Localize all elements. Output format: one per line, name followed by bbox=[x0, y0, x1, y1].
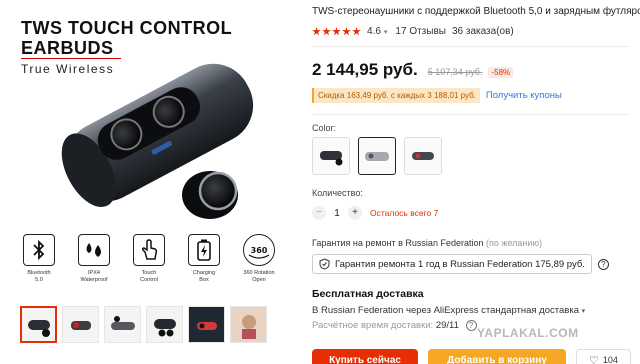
star-icon bbox=[352, 27, 361, 36]
rotate-360-icon: 360 bbox=[248, 246, 270, 259]
divider bbox=[312, 114, 630, 115]
touch-hand-icon bbox=[141, 239, 158, 260]
thumbnail-1[interactable] bbox=[20, 306, 57, 343]
hero-divider bbox=[21, 58, 121, 59]
product-info: TWS-стереонаушники с поддержкой Bluetoot… bbox=[312, 0, 640, 364]
feature-label: IPX4 Waterproof bbox=[80, 270, 108, 283]
thumbnail-3[interactable] bbox=[104, 306, 141, 343]
feature-label: Bluetooth 5.0 bbox=[27, 270, 51, 283]
star-rating bbox=[312, 27, 361, 36]
product-thumbnail-image bbox=[70, 320, 91, 330]
product-gallery: TWS TOUCH CONTROL EARBUDS True Wireless … bbox=[0, 0, 298, 364]
delivery-date: 29/11 bbox=[435, 320, 459, 332]
coupon-row: Скидка 163,49 руб. с каждых 3 188,01 руб… bbox=[312, 88, 562, 103]
color-label: Color: bbox=[312, 123, 337, 133]
wishlist-button[interactable]: ♡ 104 bbox=[576, 349, 631, 364]
discount-badge: -58% bbox=[488, 67, 514, 78]
product-thumbnail-image bbox=[196, 321, 217, 330]
feature-charging: Charging Box bbox=[183, 234, 225, 294]
rating-value: 4.6 bbox=[367, 26, 381, 37]
product-thumbnail-image bbox=[153, 318, 176, 336]
color-option-2[interactable] bbox=[358, 137, 396, 175]
feature-bluetooth: Bluetooth 5.0 bbox=[18, 234, 60, 294]
color-swatch-image bbox=[412, 152, 434, 160]
quantity-stepper: − 1 + Осталось всего 7 bbox=[312, 206, 438, 220]
hero-title: TWS TOUCH CONTROL EARBUDS bbox=[21, 18, 233, 58]
product-title: TWS-стереонаушники с поддержкой Bluetoot… bbox=[312, 6, 640, 17]
buy-now-button[interactable]: Купить сейчас bbox=[312, 349, 418, 364]
quantity-increase-button[interactable]: + bbox=[348, 206, 362, 220]
price-row: 2 144,95 руб. 5 107,34 руб. -58% bbox=[312, 60, 514, 80]
heart-icon: ♡ bbox=[589, 354, 599, 364]
wishlist-count: 104 bbox=[602, 355, 618, 364]
thumbnail-2[interactable] bbox=[62, 306, 99, 343]
star-icon bbox=[312, 27, 321, 36]
shipping-method[interactable]: В Russian Federation через AliExpress ст… bbox=[312, 305, 585, 316]
reviews-link[interactable]: 17 Отзывы bbox=[395, 26, 446, 37]
feature-rotation: 360 360 Rotation Open bbox=[238, 234, 280, 294]
action-buttons: Купить сейчас Добавить в корзину ♡ 104 bbox=[312, 349, 631, 364]
feature-label: 360 Rotation Open bbox=[243, 270, 275, 283]
old-price: 5 107,34 руб. bbox=[427, 67, 483, 77]
svg-text:360: 360 bbox=[251, 246, 268, 255]
warranty-row: Гарантия ремонта 1 год в Russian Federat… bbox=[312, 254, 609, 274]
add-to-cart-button[interactable]: Добавить в корзину bbox=[428, 349, 566, 364]
thumbnail-5[interactable] bbox=[188, 306, 225, 343]
shipping-title: Бесплатная доставка bbox=[312, 288, 424, 300]
watermark: YAPLAKAL.COM bbox=[477, 326, 579, 340]
feature-label: Touch Control bbox=[140, 270, 158, 283]
star-icon bbox=[342, 27, 351, 36]
product-thumbnail-image bbox=[27, 319, 50, 337]
quantity-input[interactable]: 1 bbox=[326, 208, 348, 219]
product-thumbnail-image bbox=[110, 315, 135, 330]
divider bbox=[312, 46, 630, 47]
get-coupons-link[interactable]: Получить купоны bbox=[486, 90, 562, 101]
star-icon bbox=[322, 27, 331, 36]
warranty-title: Гарантия на ремонт в Russian Federation … bbox=[312, 238, 543, 248]
warranty-option[interactable]: Гарантия ремонта 1 год в Russian Federat… bbox=[312, 254, 592, 274]
color-option-1[interactable] bbox=[312, 137, 350, 175]
hero-subtitle: True Wireless bbox=[21, 62, 115, 76]
thumbnail-6[interactable] bbox=[230, 306, 267, 343]
color-swatch-image bbox=[365, 152, 389, 161]
thumbnail-strip bbox=[20, 306, 267, 343]
stock-remaining: Осталось всего 7 bbox=[370, 208, 439, 218]
star-icon bbox=[332, 27, 341, 36]
orders-count: 36 заказа(ов) bbox=[451, 26, 514, 37]
shield-icon bbox=[319, 258, 330, 270]
feature-waterproof: IPX4 Waterproof bbox=[73, 234, 115, 294]
feature-touch: Touch Control bbox=[128, 234, 170, 294]
coupon-badge: Скидка 163,49 руб. с каждых 3 188,01 руб… bbox=[312, 88, 480, 103]
delivery-estimate: Расчётное время доставки: 29/11 ? bbox=[312, 320, 477, 331]
color-swatch-image bbox=[320, 151, 343, 166]
feature-icons: Bluetooth 5.0 IPX4 Waterproof Touch Cont… bbox=[18, 234, 280, 294]
main-product-image[interactable]: TWS TOUCH CONTROL EARBUDS True Wireless bbox=[0, 0, 298, 230]
bluetooth-icon bbox=[33, 240, 45, 260]
chevron-down-icon: ▾ bbox=[581, 308, 586, 315]
current-price: 2 144,95 руб. bbox=[312, 60, 418, 79]
color-options bbox=[312, 137, 442, 175]
warranty-option-label: Гарантия ремонта 1 год в Russian Federat… bbox=[335, 258, 585, 270]
chevron-down-icon[interactable]: ▾ bbox=[384, 28, 388, 36]
thumbnail-4[interactable] bbox=[146, 306, 183, 343]
help-icon[interactable]: ? bbox=[465, 320, 477, 331]
feature-label: Charging Box bbox=[192, 270, 216, 283]
battery-icon bbox=[197, 239, 211, 261]
water-drops-icon bbox=[86, 243, 101, 257]
product-thumbnail-image bbox=[241, 314, 256, 339]
quantity-decrease-button[interactable]: − bbox=[312, 206, 326, 220]
rating-row: 4.6 ▾ 17 Отзывы 36 заказа(ов) bbox=[312, 26, 514, 37]
quantity-label: Количество: bbox=[312, 188, 363, 198]
help-icon[interactable]: ? bbox=[597, 258, 609, 270]
color-option-3[interactable] bbox=[404, 137, 442, 175]
